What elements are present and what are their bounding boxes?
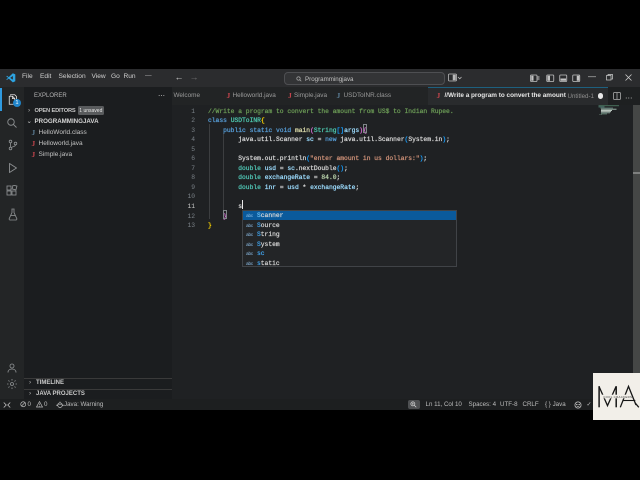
svg-text:COOL CRACKERS: COOL CRACKERS bbox=[603, 394, 632, 398]
